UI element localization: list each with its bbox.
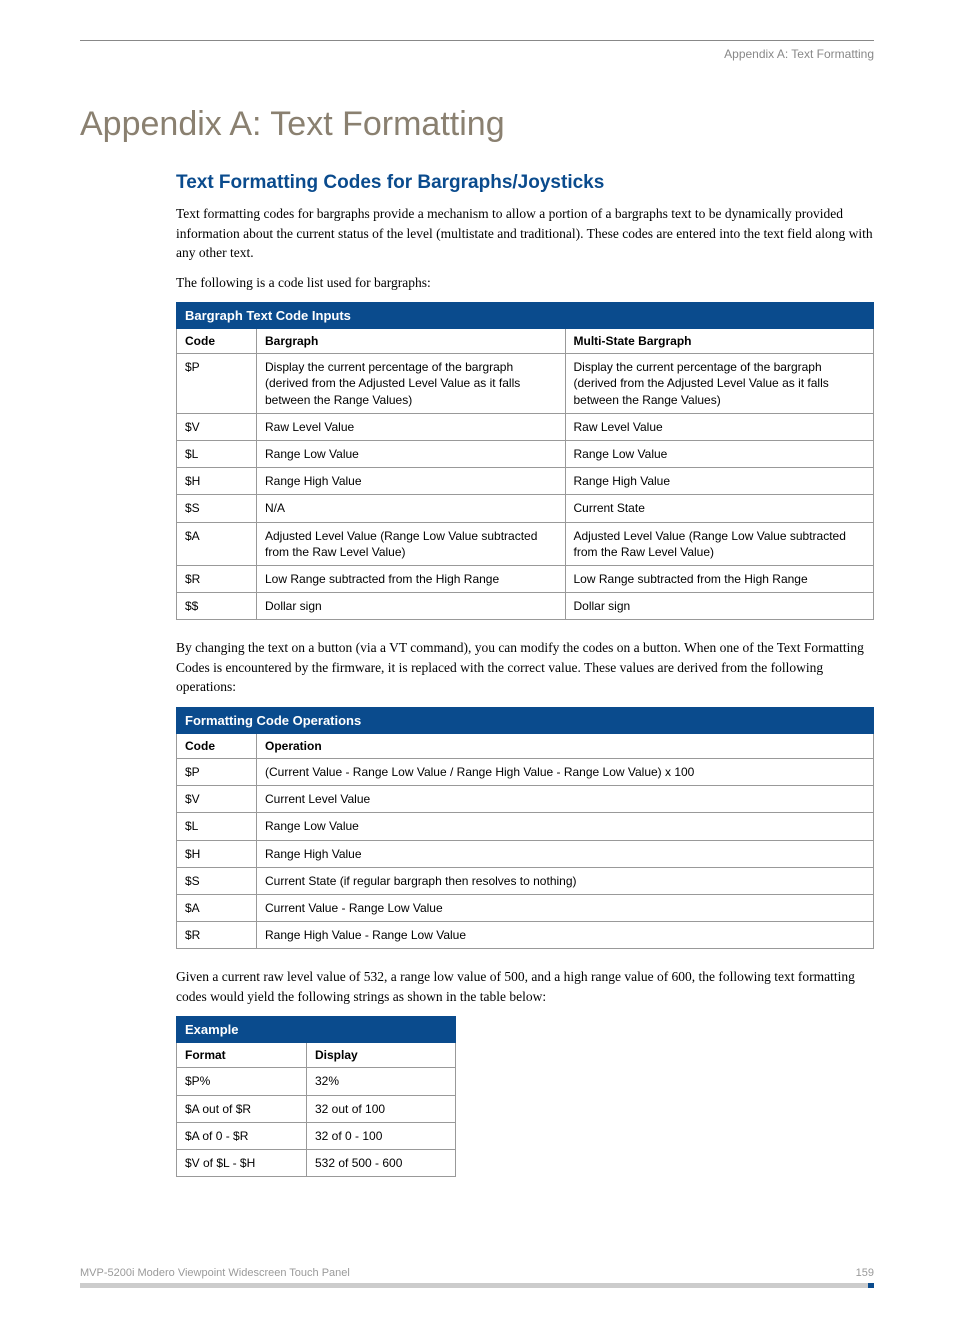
- table-cell: $A: [177, 522, 257, 565]
- col-code: Code: [177, 734, 257, 759]
- page-title: Appendix A: Text Formatting: [80, 105, 874, 144]
- col-operation: Operation: [257, 734, 874, 759]
- table-cell: Range High Value - Range Low Value: [257, 922, 874, 949]
- table-row: $RLow Range subtracted from the High Ran…: [177, 565, 874, 592]
- table-cell: $S: [177, 867, 257, 894]
- table-row: $V of $L - $H532 of 500 - 600: [177, 1150, 456, 1177]
- table-cell: $V of $L - $H: [177, 1150, 307, 1177]
- table-example: Example Format Display $P%32%$A out of $…: [176, 1016, 456, 1177]
- table-cell: $P: [177, 759, 257, 786]
- table-cell: 32 out of 100: [307, 1095, 456, 1122]
- footer-left: MVP-5200i Modero Viewpoint Widescreen To…: [80, 1267, 350, 1279]
- page-number: 159: [856, 1267, 874, 1279]
- table-row: $HRange High ValueRange High Value: [177, 468, 874, 495]
- paragraph-3: By changing the text on a button (via a …: [176, 638, 874, 697]
- table-row: $P(Current Value - Range Low Value / Ran…: [177, 759, 874, 786]
- table-cell: Current Value - Range Low Value: [257, 894, 874, 921]
- col-code: Code: [177, 329, 257, 354]
- table-row: $AAdjusted Level Value (Range Low Value …: [177, 522, 874, 565]
- table-cell: Low Range subtracted from the High Range: [565, 565, 874, 592]
- table-cell: Current Level Value: [257, 786, 874, 813]
- running-head: Appendix A: Text Formatting: [80, 47, 874, 61]
- table-cell: 32 of 0 - 100: [307, 1122, 456, 1149]
- table-cell: 32%: [307, 1068, 456, 1095]
- table-row: $ACurrent Value - Range Low Value: [177, 894, 874, 921]
- table-cell: $V: [177, 786, 257, 813]
- table-row: $$Dollar signDollar sign: [177, 593, 874, 620]
- table-cell: $P: [177, 354, 257, 414]
- table-cell: Current State: [565, 495, 874, 522]
- table-row: $HRange High Value: [177, 840, 874, 867]
- table-row: $PDisplay the current percentage of the …: [177, 354, 874, 414]
- table-row: $SN/ACurrent State: [177, 495, 874, 522]
- table-cell: $P%: [177, 1068, 307, 1095]
- table-cell: $A of 0 - $R: [177, 1122, 307, 1149]
- table-cell: 532 of 500 - 600: [307, 1150, 456, 1177]
- table-cell: Raw Level Value: [257, 413, 566, 440]
- col-format: Format: [177, 1043, 307, 1068]
- table-cell: Low Range subtracted from the High Range: [257, 565, 566, 592]
- table-cell: Current State (if regular bargraph then …: [257, 867, 874, 894]
- table-cell: $$: [177, 593, 257, 620]
- table-cell: Raw Level Value: [565, 413, 874, 440]
- table-row: $P%32%: [177, 1068, 456, 1095]
- col-display: Display: [307, 1043, 456, 1068]
- table-bargraph-codes: Bargraph Text Code Inputs Code Bargraph …: [176, 302, 874, 620]
- table-cell: $A: [177, 894, 257, 921]
- table-cell: (Current Value - Range Low Value / Range…: [257, 759, 874, 786]
- col-bargraph: Bargraph: [257, 329, 566, 354]
- table-row: $A out of $R32 out of 100: [177, 1095, 456, 1122]
- table-cell: $H: [177, 840, 257, 867]
- table-cell: Range Low Value: [257, 441, 566, 468]
- table-row: $A of 0 - $R32 of 0 - 100: [177, 1122, 456, 1149]
- table-cell: Dollar sign: [565, 593, 874, 620]
- table-row: $SCurrent State (if regular bargraph the…: [177, 867, 874, 894]
- table-cell: Range High Value: [257, 840, 874, 867]
- table-formatting-ops: Formatting Code Operations Code Operatio…: [176, 707, 874, 949]
- table-cell: Range High Value: [565, 468, 874, 495]
- table-cell: Display the current percentage of the ba…: [257, 354, 566, 414]
- table-row: $VCurrent Level Value: [177, 786, 874, 813]
- paragraph-4: Given a current raw level value of 532, …: [176, 967, 874, 1006]
- table-row: $VRaw Level ValueRaw Level Value: [177, 413, 874, 440]
- table-cell: N/A: [257, 495, 566, 522]
- table-cell: Adjusted Level Value (Range Low Value su…: [257, 522, 566, 565]
- footer-bar: [80, 1283, 874, 1288]
- page-footer: MVP-5200i Modero Viewpoint Widescreen To…: [80, 1267, 874, 1288]
- table-banner: Example: [177, 1017, 456, 1043]
- table-row: $LRange Low Value: [177, 813, 874, 840]
- table-cell: $H: [177, 468, 257, 495]
- table-cell: $A out of $R: [177, 1095, 307, 1122]
- table-cell: $S: [177, 495, 257, 522]
- table-cell: Adjusted Level Value (Range Low Value su…: [565, 522, 874, 565]
- table-row: $RRange High Value - Range Low Value: [177, 922, 874, 949]
- table-cell: Range Low Value: [565, 441, 874, 468]
- table-cell: $L: [177, 813, 257, 840]
- table-banner: Formatting Code Operations: [177, 708, 874, 734]
- table-cell: Display the current percentage of the ba…: [565, 354, 874, 414]
- col-multistate: Multi-State Bargraph: [565, 329, 874, 354]
- table-cell: $L: [177, 441, 257, 468]
- table-banner: Bargraph Text Code Inputs: [177, 303, 874, 329]
- table-row: $LRange Low ValueRange Low Value: [177, 441, 874, 468]
- intro-paragraph-2: The following is a code list used for ba…: [176, 273, 874, 293]
- table-cell: Range High Value: [257, 468, 566, 495]
- table-cell: $V: [177, 413, 257, 440]
- section-heading: Text Formatting Codes for Bargraphs/Joys…: [176, 172, 874, 194]
- intro-paragraph-1: Text formatting codes for bargraphs prov…: [176, 204, 874, 263]
- table-cell: $R: [177, 565, 257, 592]
- table-cell: Dollar sign: [257, 593, 566, 620]
- table-cell: Range Low Value: [257, 813, 874, 840]
- table-cell: $R: [177, 922, 257, 949]
